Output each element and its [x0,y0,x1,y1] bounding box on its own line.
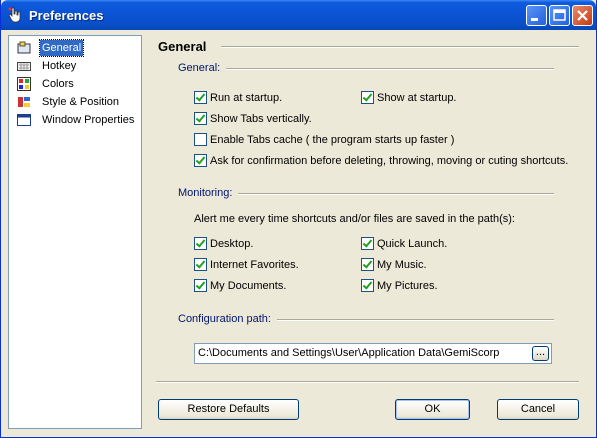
checkbox-checked [361,279,374,292]
close-icon [577,10,588,21]
footer-divider [156,381,579,383]
checkbox-checked [194,154,207,167]
checkbox-checked [194,279,207,292]
general-icon [17,41,31,54]
keyboard-icon [17,62,31,71]
restore-defaults-button[interactable]: Restore Defaults [158,399,299,420]
palette-icon [17,77,31,91]
cancel-button[interactable]: Cancel [497,399,579,420]
monitoring-group-label: Monitoring: [178,187,239,199]
page-title: General [158,39,207,54]
window-title: Preferences [29,8,104,23]
preferences-window: Preferences General Hotkey Colors Style … [0,0,597,438]
config-path-field[interactable]: C:\Documents and Settings\User\Applicati… [194,343,552,364]
checkbox-checked [361,258,374,271]
checkbox-checked [194,258,207,271]
browse-button[interactable]: ... [532,346,549,361]
heading-divider [221,46,579,48]
hand-pointer-icon [8,7,21,23]
checkbox-unchecked [194,133,207,146]
config-path-label: Configuration path: [178,313,277,325]
monitoring-description: Alert me every time shortcuts and/or fil… [194,213,515,225]
checkbox-checked [194,91,207,104]
config-path-value: C:\Documents and Settings\User\Applicati… [198,347,500,359]
sidebar-tree[interactable]: General Hotkey Colors Style & Position W… [8,35,142,429]
config-group-divider [272,319,554,321]
checkbox-checked [194,237,207,250]
maximize-button[interactable] [549,5,570,26]
general-group-label: General: [178,62,227,74]
monitoring-group-divider [238,193,554,195]
maximize-icon [553,9,566,21]
close-button[interactable] [572,5,593,26]
checkbox-checked [361,237,374,250]
checkbox-checked [194,112,207,125]
minimize-icon [531,18,538,21]
ok-button[interactable]: OK [395,399,470,420]
minimize-button[interactable] [526,5,547,26]
style-icon [18,97,30,107]
title-bar[interactable]: Preferences [1,0,596,30]
checkbox-checked [361,91,374,104]
general-group-divider [223,68,554,70]
window-icon [17,114,31,126]
